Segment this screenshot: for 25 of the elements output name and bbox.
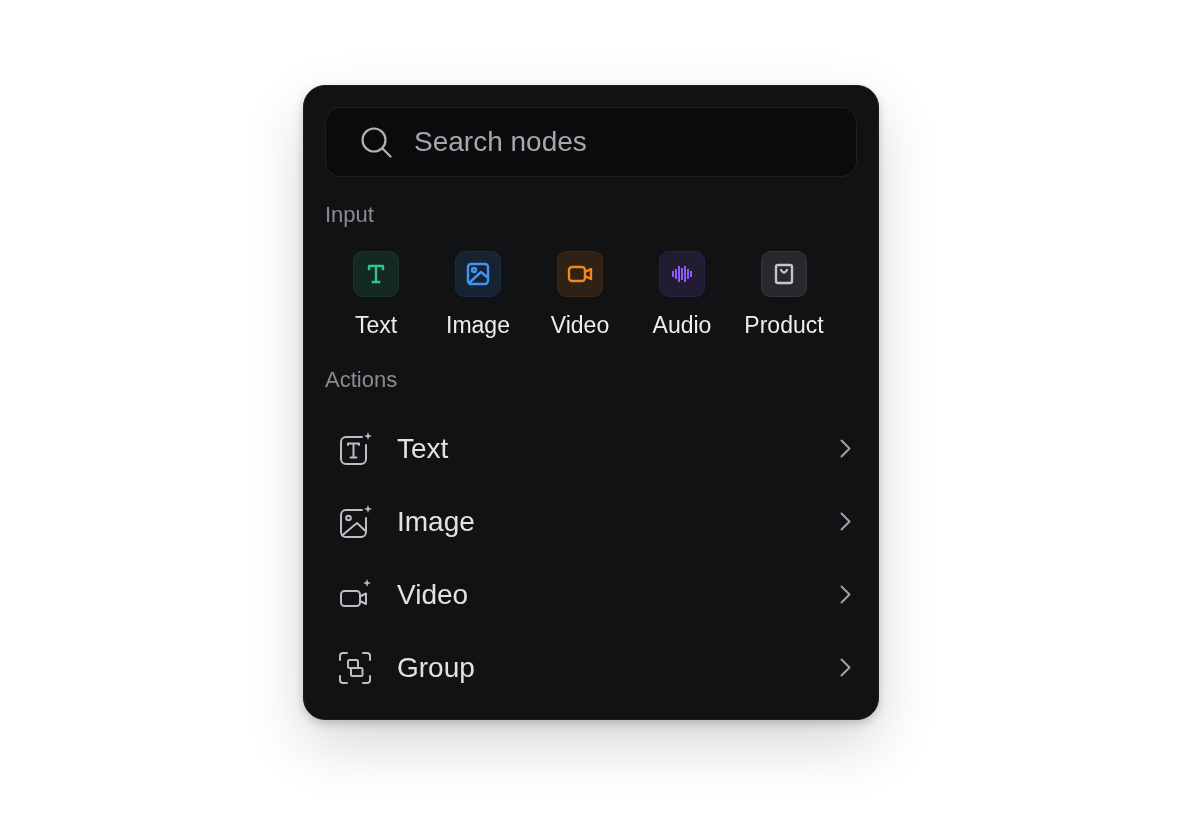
action-menu-item[interactable]: Group [325,631,857,704]
chevron-right-icon [840,439,851,458]
node-option[interactable]: Image [427,251,529,339]
action-menu-item[interactable]: Image [325,485,857,558]
node-option[interactable]: Product [733,251,835,339]
chevron-right-icon [840,658,851,677]
shopping-bag-icon [761,251,807,297]
section-title: Input [325,203,374,227]
node-option[interactable]: Text [325,251,427,339]
video-camera-icon [557,251,603,297]
action-menu-item[interactable]: Text [325,412,857,485]
image-sparkle-icon [337,503,373,540]
chevron-right-icon [840,512,851,531]
image-icon [455,251,501,297]
node-option[interactable]: Audio [631,251,733,339]
search-field[interactable]: Search nodes [325,107,857,177]
search-icon [361,127,392,158]
node-option[interactable]: Video [529,251,631,339]
group-select-icon [337,649,373,686]
text-sparkle-icon [337,430,373,467]
action-menu-item[interactable]: Video [325,558,857,631]
text-icon [353,251,399,297]
audio-wave-icon [659,251,705,297]
chevron-right-icon [840,585,851,604]
section-title: Actions [325,368,398,392]
